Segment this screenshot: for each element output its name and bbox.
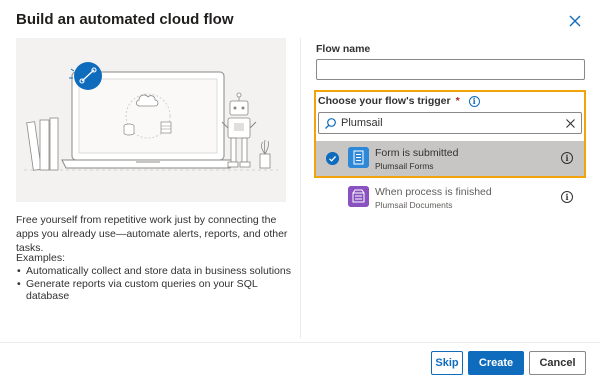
search-icon bbox=[325, 118, 336, 129]
plumsail-documents-icon bbox=[348, 186, 369, 207]
skip-button[interactable]: Skip bbox=[431, 351, 463, 375]
footer-divider bbox=[0, 342, 600, 343]
flow-illustration bbox=[16, 38, 286, 202]
clear-icon[interactable] bbox=[565, 118, 576, 129]
examples-heading: Examples: bbox=[16, 252, 66, 264]
required-mark: * bbox=[455, 95, 460, 107]
dialog-description: Free yourself from repetitive work just … bbox=[16, 214, 288, 254]
example-item: Automatically collect and store data in … bbox=[16, 265, 296, 278]
flow-name-input[interactable] bbox=[316, 59, 585, 80]
trigger-search-box bbox=[318, 112, 582, 134]
trigger-label-text: Choose your flow's trigger bbox=[318, 95, 451, 107]
flow-name-label: Flow name bbox=[316, 43, 371, 55]
plumsail-forms-icon bbox=[348, 147, 369, 168]
checkmark-icon bbox=[326, 152, 339, 165]
trigger-connector: Plumsail Documents bbox=[375, 200, 453, 210]
dialog-title: Build an automated cloud flow bbox=[16, 11, 234, 28]
info-icon[interactable]: i bbox=[468, 95, 480, 107]
info-icon[interactable]: i bbox=[561, 191, 573, 203]
trigger-label: Choose your flow's trigger * i bbox=[318, 95, 480, 107]
trigger-option-form-submitted[interactable]: Form is submitted Plumsail Forms i bbox=[316, 141, 584, 176]
examples-list: Automatically collect and store data in … bbox=[16, 265, 296, 303]
cancel-button[interactable]: Cancel bbox=[529, 351, 586, 375]
trigger-search-input[interactable] bbox=[341, 115, 561, 131]
laptop-illustration bbox=[24, 62, 278, 171]
trigger-option-process-finished[interactable]: When process is finished Plumsail Docume… bbox=[316, 180, 584, 214]
create-button[interactable]: Create bbox=[468, 351, 524, 375]
close-icon[interactable] bbox=[566, 12, 584, 30]
build-flow-dialog: Build an automated cloud flow Free yours… bbox=[0, 0, 600, 381]
trigger-title: When process is finished bbox=[375, 186, 492, 198]
column-divider bbox=[300, 38, 301, 338]
trigger-connector: Plumsail Forms bbox=[375, 161, 434, 171]
example-item: Generate reports via custom queries on y… bbox=[16, 278, 296, 303]
info-icon[interactable]: i bbox=[561, 152, 573, 164]
trigger-title: Form is submitted bbox=[375, 147, 459, 159]
